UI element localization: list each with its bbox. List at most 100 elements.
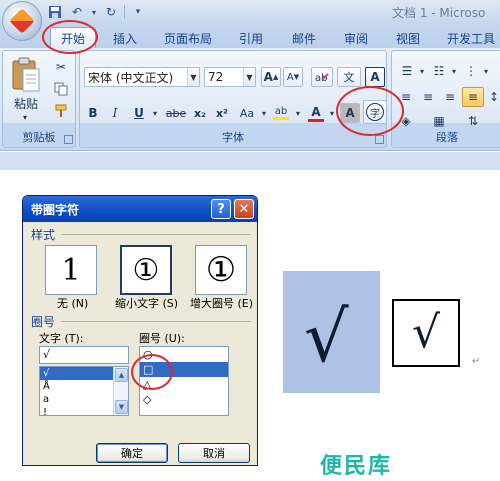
highlight-button[interactable]: ab — [270, 103, 292, 123]
list-item[interactable]: ○ — [140, 347, 228, 362]
numbering-dropdown-icon[interactable]: ▾ — [450, 61, 458, 81]
cut-icon[interactable]: ✂ — [51, 57, 71, 77]
style-none-label[interactable]: 无 (N) — [57, 295, 88, 311]
highlight-label: ab — [274, 106, 288, 117]
clear-format-button[interactable]: ab — [311, 67, 333, 87]
character-border-button[interactable]: A — [365, 67, 385, 87]
undo-icon[interactable]: ↶ — [68, 3, 86, 21]
clipboard-group: 粘贴 ▾ ✂ 剪贴板 — [2, 50, 76, 148]
style-shrink-text-label[interactable]: 缩小文字 (S) — [115, 295, 178, 311]
italic-button[interactable]: I — [106, 103, 124, 123]
style-section-divider — [61, 234, 251, 235]
cancel-button[interactable]: 取消 — [178, 443, 250, 463]
enclose-characters-button[interactable]: 字 — [363, 100, 387, 124]
text-listbox[interactable]: √ Å a ! ▲ ▼ — [39, 366, 129, 416]
style-enlarge-symbol-option[interactable]: ① — [195, 245, 247, 295]
chevron-down-icon[interactable]: ▼ — [187, 68, 199, 86]
justify-icon[interactable]: ≡ — [462, 87, 484, 107]
style-none-option[interactable]: 1 — [45, 245, 97, 295]
style-enlarge-symbol-label[interactable]: 增大圈号 (E) — [190, 295, 253, 311]
office-button[interactable] — [2, 1, 42, 41]
chevron-down-icon[interactable]: ▼ — [243, 68, 255, 86]
scroll-up-icon[interactable]: ▲ — [115, 368, 128, 382]
undo-dropdown-icon[interactable]: ▾ — [90, 3, 98, 21]
font-name-combo[interactable]: 宋体 (中文正文) ▼ — [84, 67, 200, 87]
tab-view[interactable]: 视图 — [390, 28, 426, 48]
font-name-value: 宋体 (中文正文) — [88, 70, 174, 85]
ribbon-tab-bar: 开始 插入 页面布局 引用 邮件 审阅 视图 开发工具 — [0, 24, 500, 48]
paste-icon[interactable] — [11, 57, 41, 93]
enclosure-listbox[interactable]: ○ □ △ ◇ — [139, 346, 229, 416]
office-logo-icon — [9, 8, 35, 34]
text-input[interactable]: √ — [39, 346, 129, 364]
paste-button-label[interactable]: 粘贴 — [7, 95, 45, 112]
framed-check-box: √ — [392, 299, 460, 367]
font-dialog-launcher[interactable] — [375, 135, 384, 144]
list-item[interactable]: ◇ — [140, 392, 228, 407]
bold-button[interactable]: B — [84, 103, 102, 123]
superscript-button[interactable]: x² — [212, 103, 232, 123]
grow-font-label: A — [263, 70, 273, 84]
tab-insert[interactable]: 插入 — [108, 28, 142, 48]
sort-icon[interactable]: ⇅ — [462, 111, 484, 131]
clipboard-dialog-launcher[interactable] — [64, 135, 73, 144]
font-color-dropdown-icon[interactable]: ▾ — [327, 103, 337, 123]
watermark-text: 便民库 — [320, 454, 393, 479]
tab-developer[interactable]: 开发工具 — [442, 28, 500, 48]
font-color-button[interactable]: A — [306, 103, 326, 123]
font-group: 宋体 (中文正文) ▼ 72 ▼ A ▲ A ▼ ab 文 A B I U ▾ ab… — [79, 50, 387, 148]
character-border-label: A — [370, 70, 380, 84]
phonetic-guide-label: 文 — [343, 71, 355, 84]
multilevel-list-dropdown-icon[interactable]: ▾ — [482, 61, 490, 81]
style-shrink-text-option[interactable]: ① — [120, 245, 172, 295]
ok-button[interactable]: 确定 — [96, 443, 168, 463]
numbering-icon[interactable]: ☷ — [428, 61, 450, 81]
redo-icon[interactable]: ↻ — [102, 3, 120, 21]
tab-review[interactable]: 审阅 — [338, 28, 374, 48]
borders-icon[interactable]: ▦ — [428, 111, 450, 131]
align-left-icon[interactable]: ≡ — [396, 87, 416, 107]
font-color-label: A — [311, 104, 321, 119]
line-spacing-icon[interactable]: ↕ — [486, 87, 500, 107]
customize-qat-icon[interactable]: ▾ — [129, 3, 147, 21]
change-case-dropdown-icon[interactable]: ▾ — [259, 103, 269, 123]
change-case-button[interactable]: Aa — [236, 103, 258, 123]
help-button[interactable]: ? — [211, 199, 231, 219]
highlight-dropdown-icon[interactable]: ▾ — [293, 103, 303, 123]
save-icon[interactable] — [46, 3, 64, 21]
style-section-label: 样式 — [31, 228, 56, 242]
paragraph-shading-icon[interactable]: ◈ — [396, 111, 416, 131]
strikethrough-button[interactable]: abe — [164, 103, 188, 123]
bullets-icon[interactable]: ☰ — [396, 61, 418, 81]
underline-dropdown-icon[interactable]: ▾ — [150, 103, 160, 123]
close-button[interactable]: ✕ — [234, 199, 254, 219]
grow-font-button[interactable]: A ▲ — [261, 67, 281, 87]
shrink-font-button[interactable]: A ▼ — [283, 67, 303, 87]
list-item[interactable]: △ — [140, 377, 228, 392]
format-painter-icon[interactable] — [51, 101, 71, 121]
enclose-characters-icon: 字 — [366, 103, 384, 121]
tab-mailings[interactable]: 邮件 — [286, 28, 322, 48]
multilevel-list-icon[interactable]: ⋮ — [460, 61, 482, 81]
paragraph-group-label: 段落 — [436, 131, 458, 144]
text-field-label: 文字 (T): — [39, 332, 84, 345]
paragraph-mark: ↵ — [472, 356, 481, 367]
copy-icon[interactable] — [51, 79, 71, 99]
align-center-icon[interactable]: ≡ — [418, 87, 438, 107]
subscript-button[interactable]: x₂ — [190, 103, 210, 123]
phonetic-guide-button[interactable]: 文 — [337, 67, 361, 87]
document-title: 文档 1 - Microso — [392, 6, 486, 20]
character-shading-button[interactable]: A — [340, 103, 360, 123]
tab-page-layout[interactable]: 页面布局 — [158, 28, 218, 48]
align-right-icon[interactable]: ≡ — [440, 87, 460, 107]
quick-access-toolbar: ↶ ▾ ↻ ▾ — [46, 3, 147, 21]
underline-button[interactable]: U — [130, 103, 148, 123]
text-list-scrollbar[interactable]: ▲ ▼ — [113, 367, 128, 415]
list-item[interactable]: □ — [140, 362, 228, 377]
tab-references[interactable]: 引用 — [233, 28, 269, 48]
font-size-combo[interactable]: 72 ▼ — [204, 67, 256, 87]
scroll-down-icon[interactable]: ▼ — [115, 400, 128, 414]
paste-dropdown-icon[interactable]: ▾ — [23, 113, 27, 122]
tab-home[interactable]: 开始 — [50, 27, 96, 48]
bullets-dropdown-icon[interactable]: ▾ — [418, 61, 426, 81]
